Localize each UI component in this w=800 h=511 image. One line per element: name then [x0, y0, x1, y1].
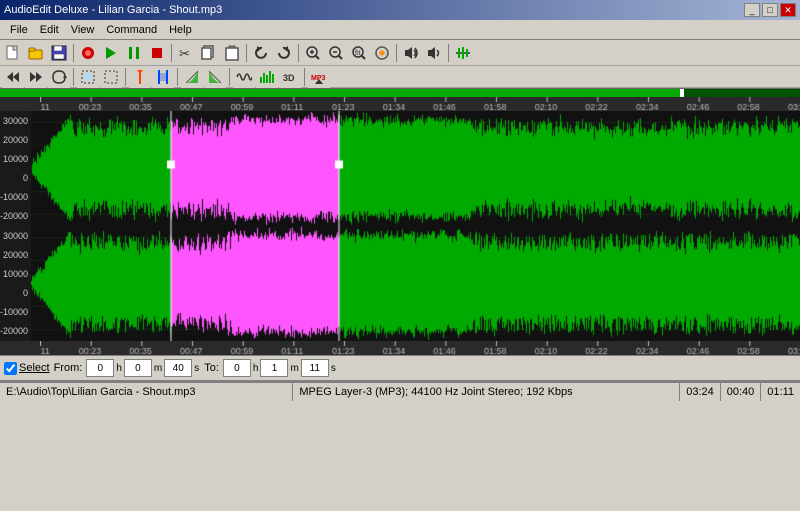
from-seconds[interactable]	[164, 359, 192, 377]
playhead	[680, 89, 684, 97]
zoom-in-button[interactable]	[302, 42, 324, 64]
title-bar-text: AudioEdit Deluxe - Lilian Garcia - Shout…	[4, 4, 222, 16]
toolbar-row-1: ✂ fit	[0, 40, 800, 66]
select-label[interactable]: Select	[19, 362, 50, 374]
svg-text:3D: 3D	[283, 73, 295, 83]
vol-down-button[interactable]	[423, 42, 445, 64]
y-axis-left-top: 30000 20000 10000 0 -10000 -20000	[0, 111, 31, 226]
y-axis-left-bottom: 30000 20000 10000 0 -10000 -20000	[0, 226, 31, 341]
maximize-button[interactable]: □	[762, 3, 778, 17]
position-indicator	[0, 89, 680, 97]
selection-length-section: 00:40	[721, 383, 762, 401]
from-minutes[interactable]	[124, 359, 152, 377]
separator-5	[396, 44, 397, 62]
menu-view[interactable]: View	[65, 22, 101, 38]
zoom-fit-button[interactable]: fit	[348, 42, 370, 64]
normalize-button[interactable]	[452, 42, 474, 64]
fade-out-button[interactable]	[204, 66, 226, 88]
svg-text:✂: ✂	[179, 46, 190, 61]
separator-2	[171, 44, 172, 62]
select-checkbox[interactable]	[4, 362, 17, 375]
region-button[interactable]	[152, 66, 174, 88]
from-time-group: h m s	[86, 359, 200, 377]
wave-btn[interactable]	[233, 66, 255, 88]
svg-text:fit: fit	[355, 50, 361, 57]
status-bar: E:\Audio\Top\Lilian Garcia - Shout.mp3 M…	[0, 381, 800, 401]
channel-top: 30000 20000 10000 0 -10000 -20000 30000 …	[0, 111, 800, 226]
paste-button[interactable]	[221, 42, 243, 64]
save-button[interactable]	[48, 42, 70, 64]
separator-11	[304, 68, 305, 86]
minimize-button[interactable]: _	[744, 3, 760, 17]
format-info: MPEG Layer-3 (MP3); 44100 Hz Joint Stere…	[299, 386, 572, 398]
format-section: MPEG Layer-3 (MP3); 44100 Hz Joint Stere…	[293, 383, 680, 401]
to-time-group: h m s	[223, 359, 337, 377]
menu-bar: File Edit View Command Help	[0, 20, 800, 40]
separator-3	[246, 44, 247, 62]
separator-9	[177, 68, 178, 86]
to-hours[interactable]	[223, 359, 251, 377]
marker-button[interactable]	[129, 66, 151, 88]
spectrum-btn[interactable]	[256, 66, 278, 88]
undo-button[interactable]	[250, 42, 272, 64]
rewind-button[interactable]	[2, 66, 24, 88]
menu-command[interactable]: Command	[100, 22, 163, 38]
separator-6	[448, 44, 449, 62]
remaining-time: 01:11	[767, 386, 794, 398]
total-time: 03:24	[686, 386, 714, 398]
loop-button[interactable]	[48, 66, 70, 88]
menu-file[interactable]: File	[4, 22, 34, 38]
open-button[interactable]	[25, 42, 47, 64]
position-bar[interactable]	[0, 88, 800, 97]
timeline-bottom	[0, 341, 800, 355]
timeline-top	[0, 97, 800, 111]
copy-button[interactable]	[198, 42, 220, 64]
remaining-section: 01:11	[761, 383, 800, 401]
separator-4	[298, 44, 299, 62]
select-all-button[interactable]	[77, 66, 99, 88]
separator-1	[73, 44, 74, 62]
file-path: E:\Audio\Top\Lilian Garcia - Shout.mp3	[6, 386, 196, 398]
separator-7	[73, 68, 74, 86]
bottom-controls: Select From: h m s To: h m s	[0, 355, 800, 381]
waveform-bottom-canvas[interactable]	[31, 226, 800, 341]
menu-edit[interactable]: Edit	[34, 22, 65, 38]
select-checkbox-group: Select	[4, 362, 50, 375]
title-bar: AudioEdit Deluxe - Lilian Garcia - Shout…	[0, 0, 800, 20]
to-label: To:	[204, 362, 219, 374]
separator-8	[125, 68, 126, 86]
effects-button[interactable]	[371, 42, 393, 64]
selection-length: 00:40	[727, 386, 755, 398]
3d-btn[interactable]: 3D	[279, 66, 301, 88]
waveform-main: 30000 20000 10000 0 -10000 -20000 30000 …	[0, 97, 800, 355]
title-bar-controls: _ □ ✕	[744, 3, 796, 17]
separator-10	[229, 68, 230, 86]
redo-button[interactable]	[273, 42, 295, 64]
to-seconds[interactable]	[301, 359, 329, 377]
vol-up-button[interactable]	[400, 42, 422, 64]
cut-button[interactable]: ✂	[175, 42, 197, 64]
deselect-button[interactable]	[100, 66, 122, 88]
play-button[interactable]	[100, 42, 122, 64]
close-button[interactable]: ✕	[780, 3, 796, 17]
pause-button[interactable]	[123, 42, 145, 64]
menu-help[interactable]: Help	[163, 22, 198, 38]
from-hours[interactable]	[86, 359, 114, 377]
stop-button[interactable]	[146, 42, 168, 64]
record-button[interactable]	[77, 42, 99, 64]
total-time-section: 03:24	[680, 383, 721, 401]
export-mp3-button[interactable]: MP3	[308, 66, 330, 88]
from-label: From:	[54, 362, 83, 374]
fade-in-button[interactable]	[181, 66, 203, 88]
forward-button[interactable]	[25, 66, 47, 88]
file-path-section: E:\Audio\Top\Lilian Garcia - Shout.mp3	[0, 383, 293, 401]
new-button[interactable]	[2, 42, 24, 64]
waveform-top-canvas[interactable]	[31, 111, 800, 226]
toolbar-row-2: 3D MP3	[0, 66, 800, 88]
to-minutes[interactable]	[260, 359, 288, 377]
zoom-out-button[interactable]	[325, 42, 347, 64]
channel-bottom: 30000 20000 10000 0 -10000 -20000 30000 …	[0, 226, 800, 341]
